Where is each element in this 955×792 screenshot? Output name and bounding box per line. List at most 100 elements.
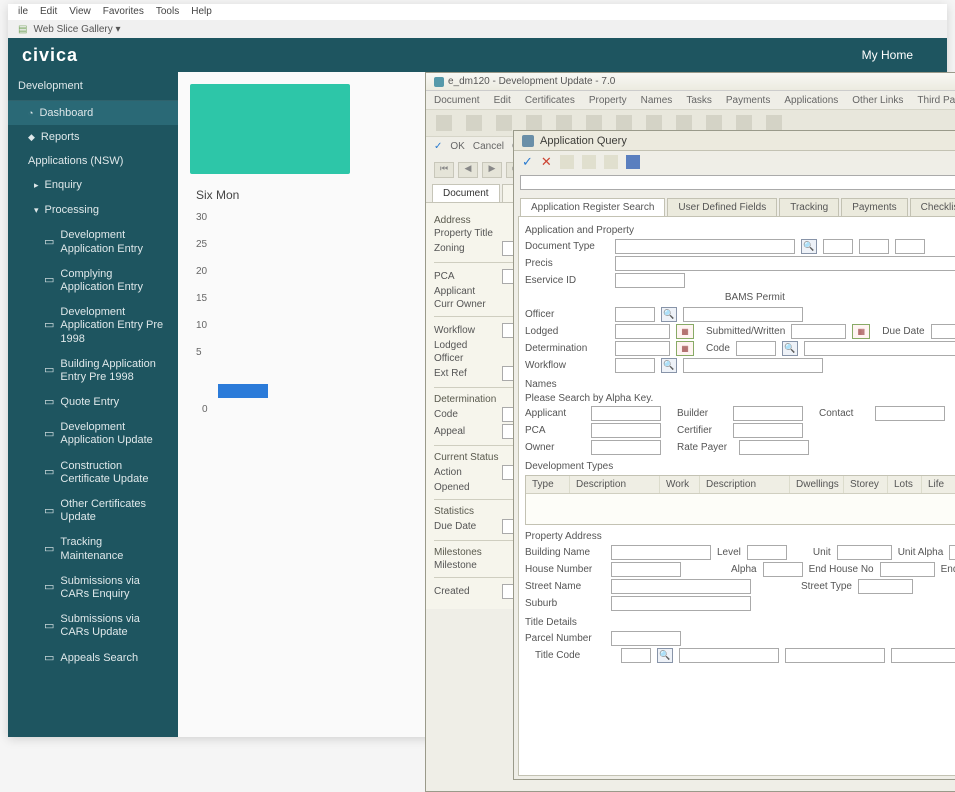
- tab-tracking[interactable]: Tracking: [779, 198, 839, 216]
- lookup-icon[interactable]: 🔍: [661, 358, 677, 373]
- pca-input2[interactable]: [591, 423, 661, 438]
- tab-document[interactable]: Document: [432, 184, 500, 202]
- tb-icon[interactable]: [736, 115, 752, 131]
- wm-tp[interactable]: Third Party: [917, 95, 955, 106]
- certifier-input[interactable]: [733, 423, 803, 438]
- sidebar-item-1[interactable]: ▭Complying Application Entry: [8, 262, 178, 300]
- ratepayer-input[interactable]: [739, 440, 809, 455]
- calendar-icon[interactable]: ▦: [852, 324, 870, 339]
- tab-checklist[interactable]: Checklist Items: [910, 198, 955, 216]
- unit-input[interactable]: [837, 545, 892, 560]
- tb-icon[interactable]: [676, 115, 692, 131]
- subwrit-input[interactable]: [791, 324, 846, 339]
- tb-icon[interactable]: [436, 115, 452, 131]
- titlecode-input[interactable]: [621, 648, 651, 663]
- tab-register-search[interactable]: Application Register Search: [520, 198, 665, 216]
- my-home-link[interactable]: My Home: [862, 48, 913, 62]
- col-dwell[interactable]: Dwellings: [790, 476, 844, 493]
- sidebar-dashboard[interactable]: ◔Dashboard: [8, 101, 178, 125]
- cancel-icon[interactable]: ✕: [541, 154, 552, 170]
- col-type[interactable]: Type: [526, 476, 570, 493]
- web-slice-gallery[interactable]: Web Slice Gallery ▾: [33, 24, 120, 35]
- menu-tools[interactable]: Tools: [156, 6, 179, 18]
- col-work[interactable]: Work: [660, 476, 700, 493]
- stype-input[interactable]: [858, 579, 913, 594]
- doctype-input[interactable]: [615, 239, 795, 254]
- sidebar-item-2[interactable]: ▭Development Application Entry Pre 1998: [8, 300, 178, 352]
- help-icon[interactable]: [626, 155, 640, 169]
- ok-button[interactable]: OK: [450, 141, 464, 152]
- menu-edit[interactable]: Edit: [40, 6, 57, 18]
- cancel-button[interactable]: Cancel: [473, 141, 504, 152]
- wm-other[interactable]: Other Links: [852, 95, 903, 106]
- lodged-input[interactable]: [615, 324, 670, 339]
- wm-pay[interactable]: Payments: [726, 95, 770, 106]
- owner-input[interactable]: [591, 440, 661, 455]
- wf-desc[interactable]: [683, 358, 823, 373]
- sidebar-development[interactable]: Development: [8, 72, 178, 101]
- tb-icon[interactable]: [604, 155, 618, 169]
- sidebar-item-0[interactable]: ▭Development Application Entry: [8, 223, 178, 261]
- eservice-input[interactable]: [615, 273, 685, 288]
- tb-icon[interactable]: [706, 115, 722, 131]
- contact-input[interactable]: [875, 406, 945, 421]
- col-life[interactable]: Life: [922, 476, 955, 493]
- applicant-input[interactable]: [591, 406, 661, 421]
- table-body[interactable]: [526, 494, 955, 524]
- precis-input[interactable]: [615, 256, 955, 271]
- col-storey[interactable]: Storey: [844, 476, 888, 493]
- tb-icon[interactable]: [560, 155, 574, 169]
- officer-input[interactable]: [615, 307, 655, 322]
- title-seg2[interactable]: [785, 648, 885, 663]
- sidebar-item-5[interactable]: ▭Development Application Update: [8, 415, 178, 453]
- tb-icon[interactable]: [586, 115, 602, 131]
- wm-tasks[interactable]: Tasks: [686, 95, 712, 106]
- sname-input[interactable]: [611, 579, 751, 594]
- sidebar-enquiry[interactable]: ▸Enquiry: [8, 173, 178, 198]
- col-desc[interactable]: Description: [570, 476, 660, 493]
- title-seg3[interactable]: [891, 648, 955, 663]
- menu-help[interactable]: Help: [191, 6, 212, 18]
- det-input[interactable]: [615, 341, 670, 356]
- wm-document[interactable]: Document: [434, 95, 480, 106]
- tb-icon[interactable]: [766, 115, 782, 131]
- sidebar-processing[interactable]: ▾Processing: [8, 198, 178, 223]
- menu-view[interactable]: View: [69, 6, 91, 18]
- wm-edit[interactable]: Edit: [494, 95, 511, 106]
- nav-prev[interactable]: ◀: [458, 162, 478, 178]
- col-lots[interactable]: Lots: [888, 476, 922, 493]
- wm-names[interactable]: Names: [641, 95, 673, 106]
- builder-input[interactable]: [733, 406, 803, 421]
- sidebar-item-10[interactable]: ▭Submissions via CARs Update: [8, 607, 178, 645]
- menu-file[interactable]: ile: [18, 6, 28, 18]
- tab-payments[interactable]: Payments: [841, 198, 907, 216]
- alpha-input[interactable]: [763, 562, 803, 577]
- calendar-icon[interactable]: ▦: [676, 324, 694, 339]
- wm-apps[interactable]: Applications: [784, 95, 838, 106]
- lookup-icon[interactable]: 🔍: [782, 341, 798, 356]
- hnum-input[interactable]: [611, 562, 681, 577]
- lookup-icon[interactable]: 🔍: [657, 648, 673, 663]
- wm-prop[interactable]: Property: [589, 95, 627, 106]
- code-desc[interactable]: [804, 341, 955, 356]
- calendar-icon[interactable]: ▦: [676, 341, 694, 356]
- tb-icon[interactable]: [616, 115, 632, 131]
- suburb-input[interactable]: [611, 596, 751, 611]
- officer-name[interactable]: [683, 307, 803, 322]
- sidebar-item-8[interactable]: ▭Tracking Maintenance: [8, 530, 178, 568]
- doc-seg2[interactable]: [859, 239, 889, 254]
- menu-fav[interactable]: Favorites: [103, 6, 144, 18]
- sidebar-item-9[interactable]: ▭Submissions via CARs Enquiry: [8, 569, 178, 607]
- nav-first[interactable]: ⏮: [434, 162, 454, 178]
- sidebar-item-4[interactable]: ▭Quote Entry: [8, 390, 178, 415]
- tb-icon[interactable]: [582, 155, 596, 169]
- sidebar-item-6[interactable]: ▭Construction Certificate Update: [8, 454, 178, 492]
- wf-input[interactable]: [615, 358, 655, 373]
- parcel-input[interactable]: [611, 631, 681, 646]
- check-icon[interactable]: ✓: [434, 141, 442, 152]
- tb-icon[interactable]: [646, 115, 662, 131]
- title-seg1[interactable]: [679, 648, 779, 663]
- lookup-icon[interactable]: 🔍: [801, 239, 817, 254]
- doc-seg1[interactable]: [823, 239, 853, 254]
- tb-icon[interactable]: [526, 115, 542, 131]
